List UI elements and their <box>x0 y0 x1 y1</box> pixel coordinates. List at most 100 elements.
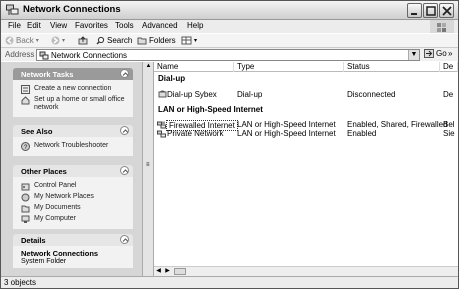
address-label: Address <box>5 50 35 59</box>
pane-splitter[interactable]: ▲ ≡ <box>142 62 154 276</box>
menu-edit[interactable]: Edit <box>27 21 41 30</box>
connection-name: Dial-up Sybex <box>167 90 217 99</box>
menu-help[interactable]: Help <box>187 21 203 30</box>
task-label: Control Panel <box>34 182 77 189</box>
column-header-status[interactable]: Status <box>344 62 440 72</box>
search-button[interactable]: Search <box>96 36 132 45</box>
see-also-title: See Also <box>21 127 53 136</box>
connection-device: De <box>443 90 454 99</box>
network-connections-icon <box>6 4 19 15</box>
create-connection-task[interactable]: Create a new connection <box>21 85 133 94</box>
task-label: My Computer <box>34 215 77 222</box>
control-panel-link[interactable]: Control Panel <box>21 182 133 191</box>
folders-button[interactable]: Folders <box>137 36 176 45</box>
views-button[interactable]: ▾ <box>181 36 197 45</box>
back-dropdown-icon[interactable]: ▾ <box>36 37 39 44</box>
status-bar: 3 objects <box>1 276 458 288</box>
splitter-grip-icon[interactable]: ≡ <box>146 162 150 168</box>
object-count: 3 objects <box>4 278 37 287</box>
documents-folder-icon <box>21 205 30 213</box>
close-button[interactable] <box>439 3 454 18</box>
menu-file[interactable]: File <box>8 21 21 30</box>
horizontal-scrollbar[interactable]: ◀ ▶ <box>154 266 458 276</box>
scrollbar-thumb[interactable] <box>174 268 186 275</box>
windows-logo-icon <box>430 20 454 34</box>
connection-name: Private Network <box>167 129 224 138</box>
task-label: Set up a home or small office network <box>34 96 125 111</box>
connection-device: Sie <box>443 129 455 138</box>
go-arrow-icon <box>424 49 434 58</box>
collapse-chevron-icon[interactable] <box>120 235 129 244</box>
close-icon <box>442 6 452 16</box>
go-button[interactable]: Go <box>424 49 447 58</box>
address-dropdown-button[interactable]: ▼ <box>408 50 419 60</box>
back-button[interactable]: Back ▾ <box>5 36 39 45</box>
views-dropdown-icon: ▾ <box>194 38 198 44</box>
menu-favorites[interactable]: Favorites <box>75 21 108 30</box>
connection-status: Enabled <box>347 129 377 138</box>
my-documents-link[interactable]: My Documents <box>21 204 133 213</box>
folders-label: Folders <box>149 36 176 45</box>
my-computer-link[interactable]: My Computer <box>21 215 133 224</box>
menu-view[interactable]: View <box>50 21 67 30</box>
network-connections-window: Network Connections File Edit View Favor… <box>0 0 459 289</box>
network-tasks-title: Network Tasks <box>21 70 74 79</box>
help-icon: ? <box>21 142 30 151</box>
scroll-right-arrow-icon[interactable]: ▶ <box>163 267 172 276</box>
lan-connection-icon <box>157 130 166 138</box>
see-also-panel: See Also ? Network Troubleshooter <box>13 125 133 156</box>
forward-button[interactable]: ▾ <box>51 36 65 45</box>
collapse-chevron-icon[interactable] <box>120 166 129 175</box>
group-header-dialup: Dial-up <box>158 74 186 83</box>
folder-icon <box>137 37 147 45</box>
network-places-icon <box>21 193 30 202</box>
toolbar: Back ▾ ▾ Search Folders ▾ <box>1 33 458 47</box>
task-label: My Documents <box>34 204 81 211</box>
menu-advanced[interactable]: Advanced <box>142 21 178 30</box>
up-folder-button[interactable] <box>78 36 88 45</box>
minimize-button[interactable] <box>407 3 422 18</box>
task-label: My Network Places <box>34 193 94 200</box>
network-tasks-header[interactable]: Network Tasks <box>13 68 133 80</box>
column-header-device[interactable]: De <box>440 62 458 72</box>
network-folder-icon <box>39 51 49 60</box>
menu-tools[interactable]: Tools <box>115 21 134 30</box>
search-label: Search <box>107 36 133 45</box>
title-bar[interactable]: Network Connections <box>1 1 458 20</box>
maximize-button[interactable] <box>423 3 438 18</box>
details-type: System Folder <box>21 258 67 265</box>
links-chevron-icon[interactable]: » <box>448 49 452 58</box>
other-places-panel: Other Places Control Panel My Network Pl… <box>13 165 133 229</box>
task-label: Create a new connection <box>34 85 112 92</box>
connections-list: Name Type Status De Dial-up Dial-up Sybe… <box>154 62 458 276</box>
forward-dropdown-icon[interactable]: ▾ <box>62 37 65 44</box>
address-field[interactable]: Network Connections ▼ <box>36 49 420 61</box>
group-header-lan: LAN or High-Speed Internet <box>158 105 263 114</box>
my-network-places-link[interactable]: My Network Places <box>21 193 133 202</box>
column-header-type[interactable]: Type <box>234 62 344 72</box>
details-panel: Details Network Connections System Folde… <box>13 234 133 268</box>
home-network-icon <box>21 96 30 105</box>
scroll-up-arrow-icon[interactable]: ▲ <box>144 62 153 71</box>
menu-bar: File Edit View Favorites Tools Advanced … <box>1 20 458 33</box>
details-title: Details <box>21 236 46 245</box>
search-icon <box>96 36 105 45</box>
other-places-header[interactable]: Other Places <box>13 165 133 177</box>
control-panel-icon <box>21 183 30 191</box>
network-troubleshooter-link[interactable]: ? Network Troubleshooter <box>21 142 133 151</box>
connection-status: Disconnected <box>347 90 396 99</box>
collapse-chevron-icon[interactable] <box>120 69 129 78</box>
connection-type: LAN or High-Speed Internet <box>237 129 336 138</box>
see-also-header[interactable]: See Also <box>13 125 133 137</box>
new-connection-icon <box>21 85 30 94</box>
collapse-chevron-icon[interactable] <box>120 126 129 135</box>
details-name: Network Connections <box>21 249 99 258</box>
details-header[interactable]: Details <box>13 234 133 246</box>
connection-device: Bel <box>443 120 455 129</box>
home-network-task[interactable]: Set up a home or small office network <box>21 96 133 112</box>
column-header-name[interactable]: Name <box>154 62 234 72</box>
back-label: Back <box>16 36 34 45</box>
scroll-left-arrow-icon[interactable]: ◀ <box>154 267 163 276</box>
minimize-icon <box>411 13 417 15</box>
other-places-title: Other Places <box>21 167 67 176</box>
